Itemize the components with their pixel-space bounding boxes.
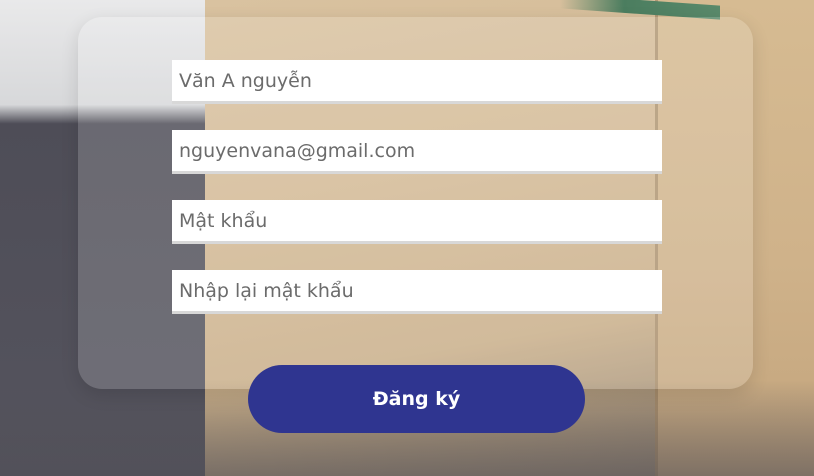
signup-screen: Văn A nguyễn nguyenvana@gmail.com Mật kh… xyxy=(0,0,814,476)
register-button[interactable]: Đăng ký xyxy=(248,365,585,433)
email-value: nguyenvana@gmail.com xyxy=(179,139,416,162)
password-field[interactable]: Mật khẩu xyxy=(172,200,662,244)
full-name-field[interactable]: Văn A nguyễn xyxy=(172,60,662,104)
confirm-password-placeholder: Nhập lại mật khẩu xyxy=(179,279,354,302)
password-placeholder: Mật khẩu xyxy=(179,209,268,232)
confirm-password-field[interactable]: Nhập lại mật khẩu xyxy=(172,270,662,314)
email-field[interactable]: nguyenvana@gmail.com xyxy=(172,130,662,174)
full-name-value: Văn A nguyễn xyxy=(179,69,312,92)
